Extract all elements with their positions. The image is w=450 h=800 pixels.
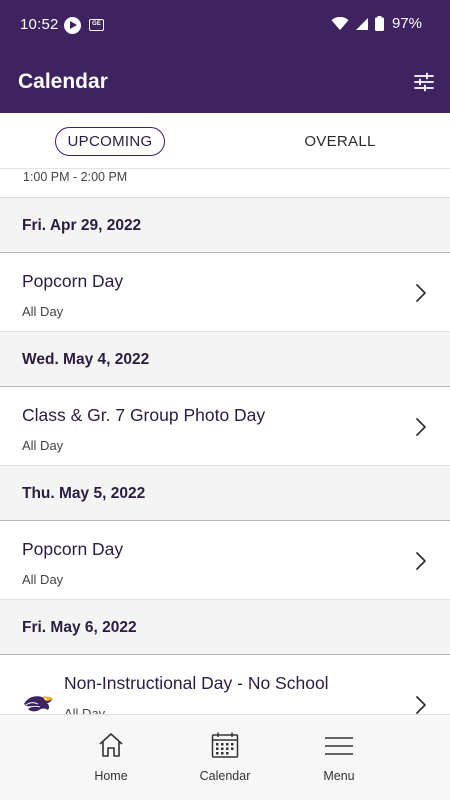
filter-sliders-icon (414, 72, 434, 92)
day-header-date: Fri. May 6, 2022 (22, 619, 137, 636)
chevron-right-icon (416, 696, 426, 714)
chevron-right-icon (416, 418, 426, 436)
event-row[interactable]: Popcorn Day All Day (0, 253, 450, 332)
nav-home[interactable]: Home (71, 731, 151, 791)
tab-overall[interactable]: OVERALL (290, 127, 390, 156)
event-time: All Day (64, 706, 106, 714)
app-bar: Calendar (0, 52, 450, 113)
status-bar: 10:52 GE 97% (0, 0, 450, 52)
event-title: Class & Gr. 7 Group Photo Day (22, 405, 266, 425)
event-title: Popcorn Day (22, 271, 124, 291)
nav-calendar[interactable]: Calendar (185, 731, 265, 791)
event-time: All Day (22, 304, 64, 319)
nav-menu-label: Menu (323, 769, 355, 783)
battery-icon (374, 16, 384, 31)
status-time: 10:52 (20, 16, 59, 33)
day-header-date: Thu. May 5, 2022 (22, 485, 146, 502)
event-time: All Day (22, 572, 64, 587)
home-icon (99, 733, 123, 757)
nav-home-label: Home (94, 769, 128, 783)
day-header: Thu. May 5, 2022 (0, 466, 450, 521)
signal-icon (355, 17, 368, 30)
event-time: 1:00 PM - 2:00 PM (23, 170, 128, 184)
event-row[interactable]: Popcorn Day All Day (0, 521, 450, 600)
menu-icon (325, 737, 353, 755)
event-time: All Day (22, 438, 64, 453)
event-row[interactable]: Class & Gr. 7 Group Photo Day All Day (0, 387, 450, 466)
wifi-icon (331, 16, 349, 30)
nav-calendar-label: Calendar (199, 769, 251, 783)
battery-percent: 97% (391, 15, 422, 32)
chevron-right-icon (416, 284, 426, 302)
day-header: Fri. May 6, 2022 (0, 600, 450, 655)
day-header: Wed. May 4, 2022 (0, 332, 450, 387)
event-row[interactable]: Non-Instructional Day - No School All Da… (0, 655, 450, 714)
day-header: Fri. Apr 29, 2022 (0, 198, 450, 253)
filter-button[interactable] (412, 70, 436, 94)
chevron-right-icon (416, 552, 426, 570)
bottom-nav: Home Calendar Menu (0, 714, 450, 800)
status-right-group: 97% (331, 15, 422, 32)
day-header-date: Fri. Apr 29, 2022 (22, 217, 142, 234)
ge-icon: GE (89, 19, 104, 31)
segment-tabs: UPCOMING OVERALL (0, 113, 450, 169)
tab-upcoming[interactable]: UPCOMING (55, 127, 165, 156)
event-title: Popcorn Day (22, 539, 124, 559)
day-header-date: Wed. May 4, 2022 (22, 351, 150, 368)
play-icon (64, 17, 81, 34)
event-title: Non-Instructional Day - No School (64, 673, 329, 693)
page-title: Calendar (18, 70, 108, 93)
eagle-logo-icon (24, 696, 53, 712)
calendar-icon (211, 732, 239, 758)
nav-menu[interactable]: Menu (299, 731, 379, 791)
event-list[interactable]: 1:00 PM - 2:00 PM Fri. Apr 29, 2022 Popc… (0, 169, 450, 714)
